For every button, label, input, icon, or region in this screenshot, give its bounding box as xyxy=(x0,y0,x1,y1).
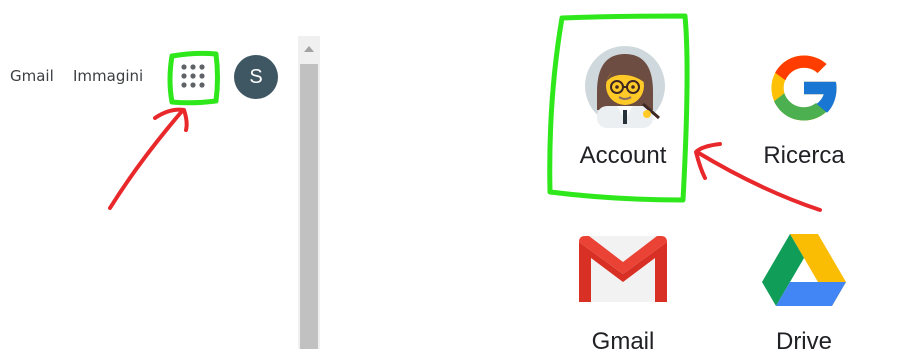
app-label-account: Account xyxy=(579,142,667,169)
account-avatar-icon xyxy=(585,46,665,128)
app-label-drive: Drive xyxy=(775,328,832,355)
images-link[interactable]: Immagini xyxy=(73,67,143,85)
app-label-search: Ricerca xyxy=(763,142,845,169)
google-g-icon xyxy=(771,55,839,121)
drive-icon xyxy=(762,234,846,306)
app-label-gmail: Gmail xyxy=(591,328,655,355)
scroll-up-arrow-icon xyxy=(304,46,314,52)
gmail-icon xyxy=(579,236,667,302)
scroll-thumb[interactable] xyxy=(300,64,318,349)
scroll-up-button[interactable] xyxy=(298,36,320,62)
arrowhead-apps xyxy=(153,107,189,132)
app-account[interactable]: Account xyxy=(553,38,693,178)
arrowhead-account xyxy=(694,142,722,180)
account-avatar[interactable]: S xyxy=(234,55,278,99)
app-search[interactable]: Ricerca xyxy=(734,38,874,178)
gmail-link[interactable]: Gmail xyxy=(10,67,54,85)
arrow-to-apps-button xyxy=(108,108,185,210)
scrollbar[interactable] xyxy=(298,36,320,349)
app-drive[interactable]: Drive xyxy=(734,224,874,364)
app-gmail[interactable]: Gmail xyxy=(553,224,693,364)
avatar-initial: S xyxy=(249,65,263,88)
apps-grid-icon[interactable] xyxy=(179,62,207,90)
